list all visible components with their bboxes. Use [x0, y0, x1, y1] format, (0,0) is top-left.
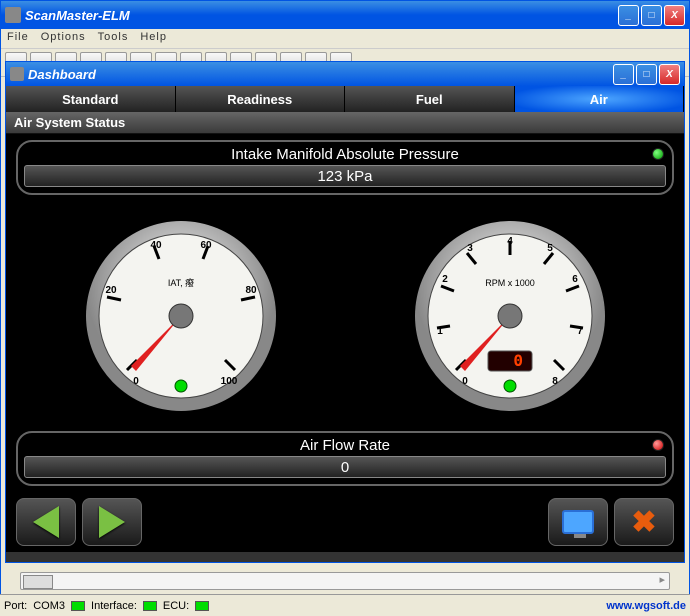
svg-text:5: 5: [547, 243, 553, 254]
dash-minimize-button[interactable]: _: [613, 64, 634, 85]
svg-text:6: 6: [572, 274, 578, 285]
port-value: COM3: [33, 600, 65, 612]
arrow-left-icon: [33, 506, 59, 538]
svg-text:60: 60: [200, 240, 212, 251]
menubar: File Options Tools Help: [1, 29, 689, 49]
tab-readiness[interactable]: Readiness: [176, 86, 346, 112]
interface-led-icon: [143, 601, 157, 611]
svg-text:0: 0: [133, 376, 139, 387]
status-led-icon: [652, 148, 664, 160]
prev-button[interactable]: [16, 498, 76, 546]
ecu-label: ECU:: [163, 600, 189, 612]
close-button[interactable]: X: [664, 5, 685, 26]
svg-text:0: 0: [513, 351, 523, 370]
dash-maximize-button[interactable]: □: [636, 64, 657, 85]
dashboard-titlebar: Dashboard _ □ X: [6, 62, 684, 86]
readout-airflow: Air Flow Rate 0: [16, 431, 674, 486]
tab-bar: Standard Readiness Fuel Air: [6, 86, 684, 112]
svg-text:1: 1: [437, 326, 443, 337]
readout-value: 0: [24, 456, 666, 478]
port-label: Port:: [4, 600, 27, 612]
readout-value: 123 kPa: [24, 165, 666, 187]
app-title: ScanMaster-ELM: [25, 8, 130, 23]
menu-tools[interactable]: Tools: [98, 31, 129, 46]
svg-text:RPM x 1000: RPM x 1000: [485, 278, 535, 288]
svg-text:IAT, 癈: IAT, 癈: [167, 277, 193, 288]
port-led-icon: [71, 601, 85, 611]
menu-options[interactable]: Options: [41, 31, 86, 46]
section-header: Air System Status: [6, 112, 684, 134]
main-titlebar: ScanMaster-ELM _ □ X: [1, 1, 689, 29]
svg-text:80: 80: [245, 285, 257, 296]
horizontal-scrollbar[interactable]: [20, 572, 670, 590]
svg-text:20: 20: [105, 285, 117, 296]
readout-label: Intake Manifold Absolute Pressure: [24, 146, 666, 163]
monitor-icon: [562, 510, 594, 534]
minimize-button[interactable]: _: [618, 5, 639, 26]
tab-standard[interactable]: Standard: [6, 86, 176, 112]
interface-label: Interface:: [91, 600, 137, 612]
x-icon: ✖: [631, 505, 656, 540]
svg-text:3: 3: [467, 243, 473, 254]
status-bar: Port: COM3 Interface: ECU: www.wgsoft.de: [0, 594, 690, 616]
website-link[interactable]: www.wgsoft.de: [606, 600, 686, 612]
svg-text:2: 2: [442, 274, 448, 285]
svg-text:100: 100: [220, 376, 237, 387]
arrow-right-icon: [99, 506, 125, 538]
menu-help[interactable]: Help: [140, 31, 167, 46]
readout-label: Air Flow Rate: [24, 437, 666, 454]
dash-close-button[interactable]: X: [659, 64, 680, 85]
readout-map: Intake Manifold Absolute Pressure 123 kP…: [16, 140, 674, 195]
svg-text:0: 0: [462, 376, 468, 387]
svg-text:8: 8: [552, 376, 558, 387]
app-icon: [5, 7, 21, 23]
gauge-rpm: 0 1 2 3 4 5 6 7 8 RPM x 1000 0: [410, 216, 610, 416]
next-button[interactable]: [82, 498, 142, 546]
dashboard-icon: [10, 67, 24, 81]
maximize-button[interactable]: □: [641, 5, 662, 26]
dashboard-title: Dashboard: [28, 67, 96, 82]
ecu-led-icon: [195, 601, 209, 611]
exit-button[interactable]: ✖: [614, 498, 674, 546]
tab-fuel[interactable]: Fuel: [345, 86, 515, 112]
gauge-iat: 0 20 40 60 80 100 IAT, 癈: [81, 216, 281, 416]
status-led-icon: [652, 439, 664, 451]
display-button[interactable]: [548, 498, 608, 546]
menu-file[interactable]: File: [7, 31, 29, 46]
tab-air[interactable]: Air: [515, 86, 685, 112]
svg-text:4: 4: [507, 236, 513, 247]
svg-text:40: 40: [150, 240, 162, 251]
svg-text:7: 7: [577, 326, 583, 337]
